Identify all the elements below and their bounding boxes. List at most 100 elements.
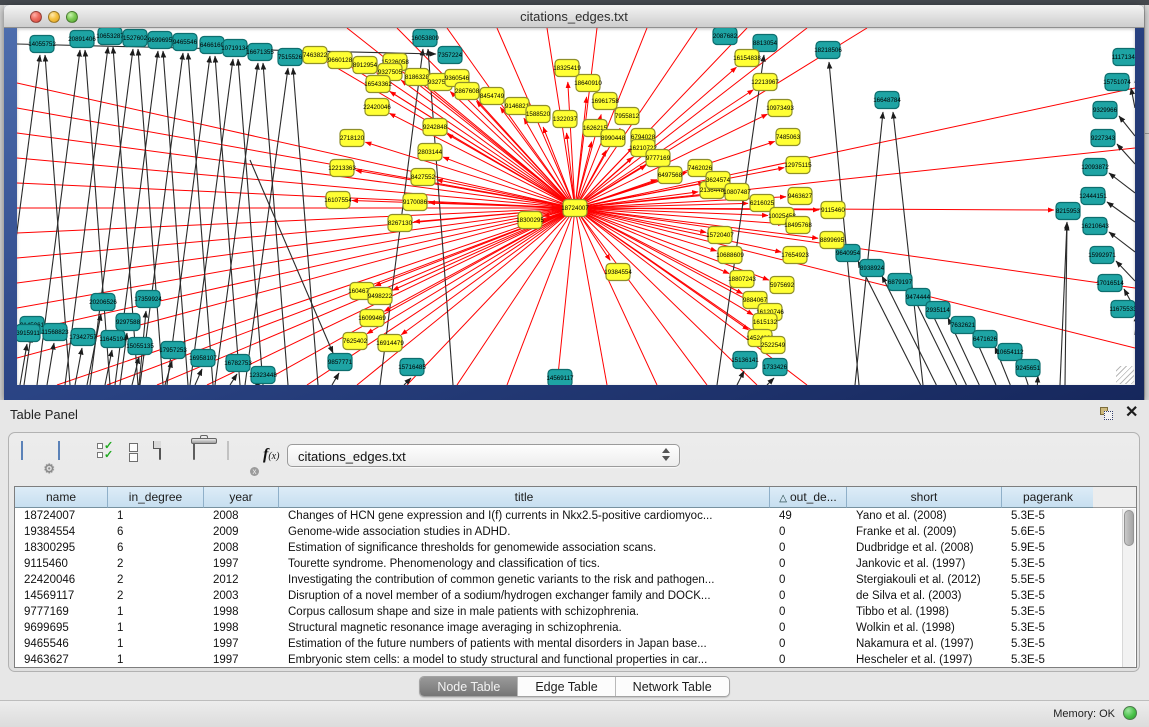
- graph-node[interactable]: 8938924: [860, 260, 885, 277]
- graph-node[interactable]: 9245651: [1016, 360, 1041, 377]
- table-cell[interactable]: 9777169: [15, 604, 108, 620]
- table-cell[interactable]: 9465546: [15, 636, 108, 652]
- graph-node[interactable]: 16961758: [591, 93, 619, 110]
- graph-node[interactable]: 1733426: [763, 359, 788, 376]
- vertical-scrollbar[interactable]: [1122, 509, 1135, 667]
- table-cell[interactable]: Tourette syndrome. Phenomenology and cla…: [279, 556, 770, 572]
- table-cell[interactable]: 1998: [204, 604, 279, 620]
- graph-node[interactable]: 12213967: [751, 74, 779, 91]
- table-cell[interactable]: Dudbridge et al. (2008): [847, 540, 1002, 556]
- column-header-year[interactable]: year: [204, 487, 279, 508]
- tab-network-table[interactable]: Network Table: [616, 677, 729, 696]
- table-cell[interactable]: Investigating the contribution of common…: [279, 572, 770, 588]
- graph-node[interactable]: 10688609: [716, 247, 744, 264]
- table-cell[interactable]: 5.3E-5: [1002, 620, 1095, 636]
- table-cell[interactable]: 5.3E-5: [1002, 636, 1095, 652]
- graph-node[interactable]: 7485063: [776, 129, 801, 146]
- graph-node[interactable]: 18300295: [516, 212, 544, 229]
- table-cell[interactable]: 1: [108, 508, 204, 524]
- column-header-short[interactable]: short: [847, 487, 1002, 508]
- table-cell[interactable]: 1997: [204, 652, 279, 668]
- table-cell[interactable]: 5.3E-5: [1002, 556, 1095, 572]
- graph-node[interactable]: 8912954: [353, 57, 378, 74]
- column-header-out-de-[interactable]: △out_de...: [770, 487, 847, 508]
- table-cell[interactable]: Nakamura et al. (1997): [847, 636, 1002, 652]
- table-row[interactable]: 946554611997Estimation of the future num…: [15, 636, 1095, 652]
- close-panel-icon[interactable]: ✕: [1125, 403, 1138, 423]
- graph-node[interactable]: 9329966: [1093, 102, 1118, 119]
- graph-node[interactable]: 2803144: [418, 144, 443, 161]
- table-cell[interactable]: 5.3E-5: [1002, 652, 1095, 668]
- graph-node[interactable]: 7357224: [438, 47, 463, 64]
- graph-node[interactable]: 16958107: [189, 350, 217, 367]
- graph-node[interactable]: 10719134: [221, 40, 249, 57]
- graph-node[interactable]: 22420046: [363, 99, 391, 116]
- table-cell[interactable]: 2008: [204, 540, 279, 556]
- table-cell[interactable]: 9115460: [15, 556, 108, 572]
- graph-node[interactable]: 9115460: [821, 202, 845, 219]
- window-titlebar[interactable]: citations_edges.txt: [4, 5, 1144, 28]
- graph-node[interactable]: 9242848: [423, 119, 448, 136]
- graph-node[interactable]: 18495768: [784, 217, 812, 234]
- graph-node[interactable]: 14055752: [28, 36, 56, 53]
- table-cell[interactable]: 1997: [204, 556, 279, 572]
- graph-node[interactable]: 17342757: [69, 329, 97, 346]
- graph-node[interactable]: 15136141: [731, 352, 759, 369]
- graph-node[interactable]: 15716485: [398, 359, 426, 376]
- new-file-button[interactable]: [159, 442, 189, 472]
- graph-node[interactable]: 15055135: [126, 338, 154, 355]
- table-cell[interactable]: 5.5E-5: [1002, 572, 1095, 588]
- table-cell[interactable]: 18724007: [15, 508, 108, 524]
- graph-node[interactable]: 16099469: [358, 310, 386, 327]
- graph-node[interactable]: 9660128: [328, 52, 353, 69]
- graph-node[interactable]: 16543362: [364, 76, 392, 93]
- table-cell[interactable]: 0: [770, 540, 847, 556]
- graph-node[interactable]: 16210643: [1081, 218, 1109, 235]
- graph-node[interactable]: 5975692: [770, 277, 795, 294]
- graph-node[interactable]: 11675533: [1109, 301, 1135, 318]
- table-row[interactable]: 1830029562008Estimation of significance …: [15, 540, 1095, 556]
- tab-edge-table[interactable]: Edge Table: [518, 677, 615, 696]
- table-cell[interactable]: 0: [770, 524, 847, 540]
- table-cell[interactable]: 5.6E-5: [1002, 524, 1095, 540]
- table-cell[interactable]: 18300295: [15, 540, 108, 556]
- graph-node[interactable]: 20206526: [89, 294, 117, 311]
- graph-node[interactable]: 16782753: [224, 355, 252, 372]
- graph-node[interactable]: 12213363: [328, 160, 356, 177]
- resize-grip[interactable]: [1116, 366, 1134, 384]
- table-row[interactable]: 1456911722003Disruption of a novel membe…: [15, 588, 1095, 604]
- graph-node[interactable]: 18218506: [814, 42, 842, 59]
- table-cell[interactable]: 5.9E-5: [1002, 540, 1095, 556]
- graph-node[interactable]: 7515526: [278, 49, 303, 66]
- table-cell[interactable]: 5.3E-5: [1002, 588, 1095, 604]
- column-header-in-degree[interactable]: in_degree: [108, 487, 204, 508]
- network-graph[interactable]: 1405575220891406106532871527602969969594…: [17, 28, 1135, 385]
- graph-node[interactable]: 19384554: [604, 264, 632, 281]
- column-header-pagerank[interactable]: pagerank: [1002, 487, 1095, 508]
- table-cell[interactable]: 2012: [204, 572, 279, 588]
- graph-node[interactable]: 20891406: [68, 31, 96, 48]
- table-cell[interactable]: Genome-wide association studies in ADHD.: [279, 524, 770, 540]
- graph-node[interactable]: 10973493: [766, 100, 794, 117]
- table-cell[interactable]: 14569117: [15, 588, 108, 604]
- table-cell[interactable]: Wolkin et al. (1998): [847, 620, 1002, 636]
- graph-node[interactable]: 8427552: [411, 169, 436, 186]
- table-cell[interactable]: 0: [770, 652, 847, 668]
- graph-node[interactable]: 8899695: [820, 232, 845, 249]
- graph-node[interactable]: 16671355: [246, 44, 274, 61]
- graph-node[interactable]: 1322037: [553, 111, 578, 128]
- graph-node[interactable]: 2087682: [713, 28, 738, 45]
- column-header-title[interactable]: title: [279, 487, 770, 508]
- graph-node[interactable]: 17016514: [1096, 275, 1124, 292]
- graph-node[interactable]: 6879197: [888, 274, 913, 291]
- graph-node[interactable]: 1615132: [753, 314, 778, 331]
- graph-node[interactable]: 12975115: [784, 157, 812, 174]
- graph-node[interactable]: 17359924: [134, 291, 162, 308]
- float-panel-icon[interactable]: [1100, 407, 1115, 421]
- graph-node[interactable]: 9463627: [788, 188, 813, 205]
- table-cell[interactable]: 19384554: [15, 524, 108, 540]
- table-cell[interactable]: 1: [108, 636, 204, 652]
- graph-node[interactable]: 12323448: [249, 367, 277, 384]
- table-cell[interactable]: 0: [770, 620, 847, 636]
- graph-node[interactable]: 16053809: [411, 30, 439, 47]
